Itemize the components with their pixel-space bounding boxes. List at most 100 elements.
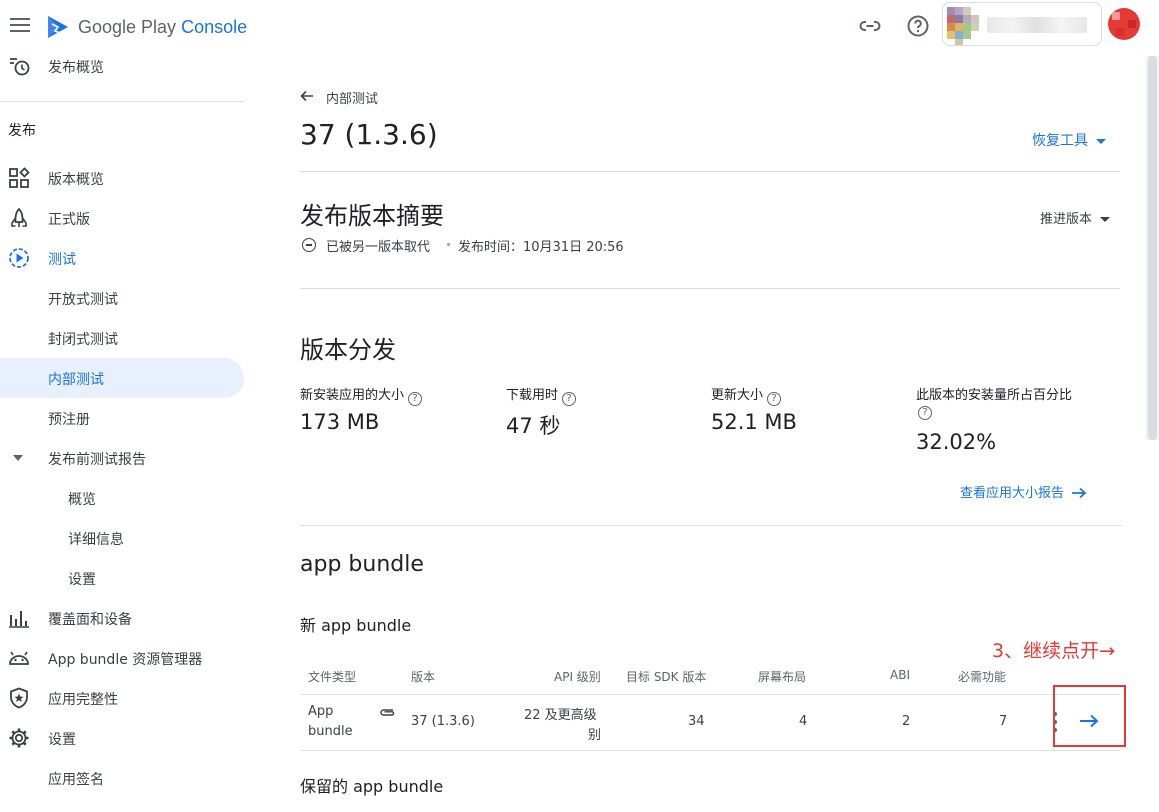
help-icon[interactable]: ? — [408, 392, 423, 406]
table-divider — [300, 750, 1120, 751]
column-header-file-type: 文件类型 — [308, 670, 357, 684]
help-icon[interactable] — [906, 14, 930, 38]
sidebar-item-label: 正式版 — [48, 212, 90, 228]
sidebar-item-release-dashboard[interactable]: 版本概览 — [0, 158, 244, 198]
developer-account-switcher[interactable] — [942, 2, 1102, 46]
recover-tools-label: 恢复工具 — [1032, 133, 1088, 149]
caret-down-icon — [1096, 138, 1106, 144]
sidebar-item-label: 覆盖面和设备 — [48, 612, 132, 628]
help-icon[interactable]: ? — [918, 406, 932, 420]
scrollbar-thumb[interactable] — [1148, 56, 1157, 440]
sidebar-item-report-details[interactable]: 详细信息 — [0, 518, 244, 558]
link-icon[interactable] — [858, 14, 882, 38]
sidebar-item-label: 设置 — [48, 732, 76, 748]
column-header-screen-layout: 屏幕布局 — [758, 670, 807, 684]
stat-value: 173 MB — [300, 410, 380, 434]
testing-icon — [9, 248, 29, 268]
sidebar-item-label: 预注册 — [48, 412, 90, 428]
column-header-target-sdk: 目标 SDK 版本 — [626, 670, 707, 684]
cell-abi: 2 — [902, 714, 911, 729]
sidebar-item-label: 设置 — [68, 572, 96, 588]
scrollbar[interactable] — [1146, 56, 1159, 440]
cell-version: 37 (1.3.6) — [411, 714, 475, 729]
menu-icon[interactable] — [10, 17, 30, 33]
stat-value: 47 秒 — [506, 414, 561, 438]
stat-label: 此版本的安装量所占百分比 — [916, 388, 1073, 403]
sidebar-divider — [0, 101, 244, 102]
annotation-text: 3、继续点开→ — [992, 640, 1116, 662]
release-time: 发布时间：10月31日 20:56 — [458, 240, 624, 255]
sidebar-item-label: 发布概览 — [48, 60, 104, 76]
sidebar-item-label: App bundle 资源管理器 — [48, 652, 203, 668]
brand-title[interactable]: Google Play Console — [78, 17, 247, 38]
promote-release-dropdown[interactable]: 推进版本 — [1040, 208, 1111, 227]
sidebar-section-release: 发布 — [8, 123, 36, 139]
sidebar-item-label: 发布前测试报告 — [48, 452, 146, 468]
table-divider — [300, 694, 1120, 695]
sidebar-item-pre-launch-report[interactable]: 发布前测试报告 — [0, 438, 244, 478]
arrow-forward-icon — [1072, 487, 1087, 499]
cell-target-sdk: 34 — [688, 714, 705, 729]
dashboard-icon — [9, 167, 30, 188]
section-divider — [300, 171, 1120, 172]
caret-down-icon — [1100, 217, 1111, 222]
sidebar-item-report-overview[interactable]: 概览 — [0, 478, 244, 518]
sidebar-item-reach-devices[interactable]: 覆盖面和设备 — [0, 598, 244, 638]
stat-label: 新安装应用的大小 — [300, 388, 405, 403]
sidebar-item-bundle-explorer[interactable]: App bundle 资源管理器 — [0, 638, 244, 678]
sidebar-item-app-integrity[interactable]: 应用完整性 — [0, 678, 244, 718]
cell-required-features: 7 — [999, 714, 1008, 729]
stat-value: 32.02% — [916, 430, 997, 454]
sidebar-item-report-settings[interactable]: 设置 — [0, 558, 244, 598]
sidebar-item-label: 应用完整性 — [48, 692, 118, 708]
column-header-version: 版本 — [411, 670, 436, 684]
sidebar-item-settings[interactable]: 设置 — [0, 718, 244, 758]
view-size-report-link[interactable]: 查看应用大小报告 — [960, 482, 1087, 501]
sidebar-item-open-testing[interactable]: 开放式测试 — [0, 278, 244, 318]
play-console-logo-icon — [48, 16, 68, 38]
promote-release-label: 推进版本 — [1040, 212, 1093, 227]
sidebar-item-label: 版本概览 — [48, 172, 104, 188]
new-bundle-title: 新 app bundle — [300, 616, 412, 635]
brand-accent: Console — [181, 17, 248, 37]
section-divider — [300, 288, 1120, 289]
sidebar-item-testing[interactable]: 测试 — [0, 238, 244, 278]
attachment-icon — [380, 709, 395, 716]
sidebar-item-release-overview[interactable]: 发布概览 — [0, 46, 244, 86]
arrow-back-icon — [300, 90, 313, 102]
sidebar-item-label: 详细信息 — [68, 532, 124, 548]
avatar[interactable] — [1108, 8, 1140, 40]
main-content: 内部测试 37 (1.3.6) 恢复工具 发布版本摘要 推进版本 已被另一版本取… — [248, 56, 1144, 812]
retained-bundle-title: 保留的 app bundle — [300, 777, 444, 796]
distribution-title: 版本分发 — [300, 336, 396, 364]
help-icon[interactable]: ? — [562, 392, 577, 406]
sidebar-item-pre-registration[interactable]: 预注册 — [0, 398, 244, 438]
cell-screen-layout: 4 — [799, 714, 808, 729]
sidebar-item-label: 封闭式测试 — [48, 332, 118, 348]
rocket-icon — [11, 207, 27, 227]
sidebar-item-label: 开放式测试 — [48, 292, 118, 308]
sidebar-item-production[interactable]: 正式版 — [0, 198, 244, 238]
sidebar-item-app-signing[interactable]: 应用签名 — [0, 758, 244, 798]
caret-down-icon[interactable] — [12, 453, 24, 463]
help-icon[interactable]: ? — [767, 392, 782, 406]
column-header-required-features: 必需功能 — [958, 670, 1007, 684]
sidebar-item-closed-testing[interactable]: 封闭式测试 — [0, 318, 244, 358]
sidebar-item-label: 内部测试 — [48, 372, 104, 388]
account-name-redacted — [987, 17, 1087, 33]
annotation-highlight-box — [1053, 685, 1126, 747]
shield-icon — [10, 687, 28, 709]
stat-value: 52.1 MB — [711, 410, 797, 434]
sidebar-item-label: 应用签名 — [48, 772, 104, 788]
app-bundle-title: app bundle — [300, 552, 424, 577]
release-summary-title: 发布版本摘要 — [300, 202, 444, 230]
column-header-abi: ABI — [890, 668, 910, 682]
bar-chart-icon — [9, 611, 29, 628]
page-title: 37 (1.3.6) — [300, 118, 438, 151]
cell-api-level-line1: 22 及更高级 — [524, 708, 597, 723]
recover-tools-dropdown[interactable]: 恢复工具 — [1032, 130, 1106, 150]
superseded-icon — [302, 238, 316, 252]
cell-api-level-line2: 别 — [588, 728, 602, 743]
history-icon — [10, 58, 30, 76]
sidebar-item-internal-testing[interactable]: 内部测试 — [0, 358, 244, 398]
